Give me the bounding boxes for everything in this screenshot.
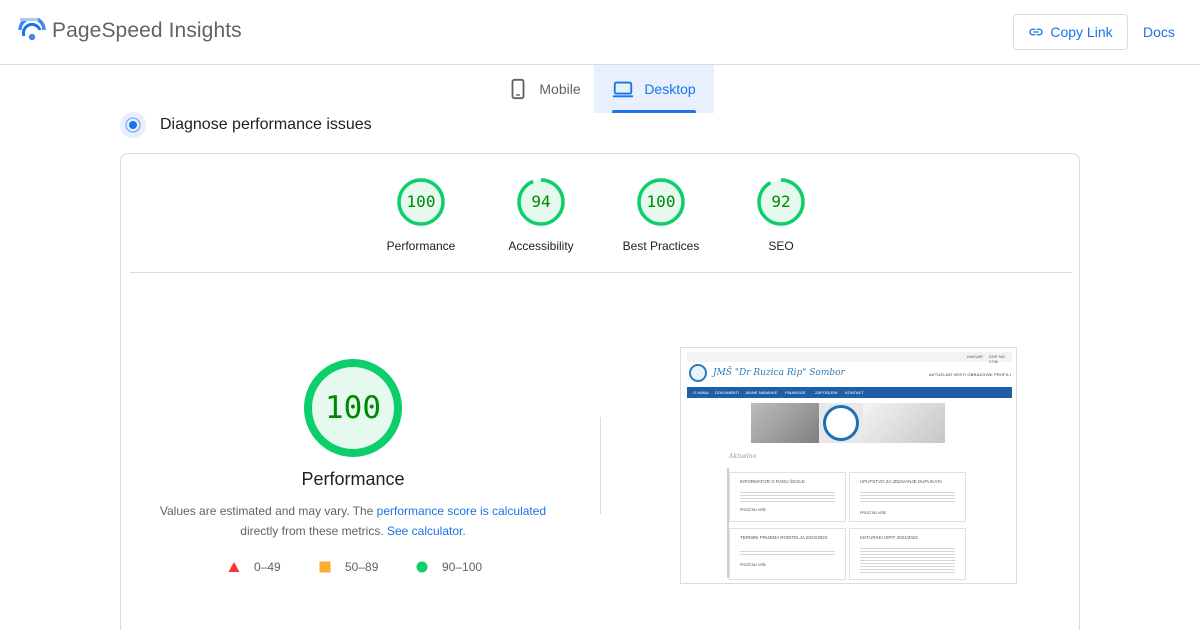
gauge-accessibility[interactable]: 94 Accessibility [491,178,591,253]
thumb-topbar-link: DDP 941 0736 [989,354,1006,364]
report-card: 100 Performance 94 Accessibility 100 Bes… [120,153,1080,630]
thumb-nav-item: KONTAKT [845,390,864,395]
gauge-value: 92 [771,192,791,211]
legend-average: 50–89 [319,560,378,574]
gauge-label: Accessibility [508,239,574,253]
main-gauge-label: Performance [301,469,405,489]
main-performance-gauge: 100 [303,358,403,458]
tab-mobile[interactable]: Mobile [494,65,594,113]
estimate-note: Values are estimated and may vary. The p… [143,501,563,541]
thumb-box-title: MATURSKI ISPIT 2021/2022 [860,535,918,540]
performance-score-link[interactable]: performance score is calculated [377,504,546,518]
card-divider [130,272,1072,273]
thumb-box: INFORMATOR O RADU ŠKOLE PROČITAJ VIŠE [729,472,846,522]
thumb-site-links: AKTUELNO VESTI OBRAZOVNI PROFILI [929,372,1011,377]
tab-mobile-label: Mobile [539,81,581,97]
thumb-box: UPUTSTVO ZA IZDAVANJE DUPLIKATA PROČITAJ… [849,472,966,522]
legend-range: 50–89 [345,560,379,574]
gauge-value: 94 [531,192,551,211]
thumb-navbar: O NAMA DOKUMENTI JAVNE NABAVKE FINANSIJE… [687,387,1012,398]
diagnose-title: Diagnose performance issues [160,116,372,133]
note-text: Values are estimated and may vary. The [159,504,377,518]
thumb-banner [751,403,945,443]
thumb-topbar: KAKVAR DDP 941 0736 [687,352,1012,364]
gauge-label: SEO [768,239,794,253]
thumb-box-more: PROČITAJ VIŠE [740,508,766,512]
gauge-seo[interactable]: 92 SEO [731,178,831,253]
thumb-nav-item: ZAPOSLENI [815,390,838,395]
final-screenshot: KAKVAR DDP 941 0736 JMŠ "Dr Ruzica Rip" … [680,347,1017,584]
thumb-nav-item: DOKUMENTI [715,390,739,395]
app-header: PageSpeed Insights Copy Link Docs [0,0,1200,65]
fail-triangle-icon [228,562,240,572]
thumb-topbar-link: KAKVAR [967,354,983,359]
mobile-icon [511,78,525,100]
thumb-nav-item: O NAMA [693,390,709,395]
tab-desktop[interactable]: Desktop [594,65,714,113]
gauge-label: Best Practices [622,239,700,253]
note-text: directly from these metrics. [240,524,387,538]
gauge-best-practices[interactable]: 100 Best Practices [611,178,711,253]
thumb-box-title: INFORMATOR O RADU ŠKOLE [740,479,805,484]
gauge-value: 100 [646,192,676,211]
thumb-box-title: TERMINI PRIJEMA RODITELJA 2022/2023 [740,535,828,540]
main-gauge-value: 100 [325,390,381,426]
average-square-icon [319,561,331,573]
desktop-icon [613,81,634,98]
gauge-label: Performance [386,239,456,253]
thumb-box: MATURSKI ISPIT 2021/2022 [849,528,966,580]
thumb-nav-item: JAVNE NABAVKE [745,390,778,395]
thumb-site-logo [689,364,707,382]
vertical-divider [600,417,601,514]
legend-range: 0–49 [254,560,281,574]
tab-desktop-label: Desktop [644,81,696,97]
gauge-value: 100 [406,192,436,211]
note-text: . [462,524,466,538]
diagnose-icon [120,112,146,138]
legend-fail: 0–49 [228,560,281,574]
gauge-performance[interactable]: 100 Performance [371,178,471,253]
legend-pass: 90–100 [416,560,482,574]
pagespeed-logo-icon[interactable] [18,18,46,44]
thumb-nav-item: FINANSIJE [785,390,806,395]
link-icon [1029,28,1044,36]
app-title[interactable]: PageSpeed Insights [52,19,242,43]
pass-circle-icon [416,561,428,573]
copy-link-button[interactable]: Copy Link [1013,14,1128,50]
legend-range: 90–100 [442,560,483,574]
thumb-box-more: PROČITAJ VIŠE [740,563,766,567]
thumb-section-title: Aktuelno [729,453,757,460]
thumb-box: TERMINI PRIJEMA RODITELJA 2022/2023 PROČ… [729,528,846,580]
thumb-box-title: UPUTSTVO ZA IZDAVANJE DUPLIKATA [860,479,943,484]
thumb-box-more: PROČITAJ VIŠE [860,511,886,515]
thumb-site-name: JMŠ "Dr Ruzica Rip" Sombor [713,368,845,378]
copy-link-label: Copy Link [1050,24,1113,40]
see-calculator-link[interactable]: See calculator [387,524,462,538]
docs-link[interactable]: Docs [1143,24,1175,40]
